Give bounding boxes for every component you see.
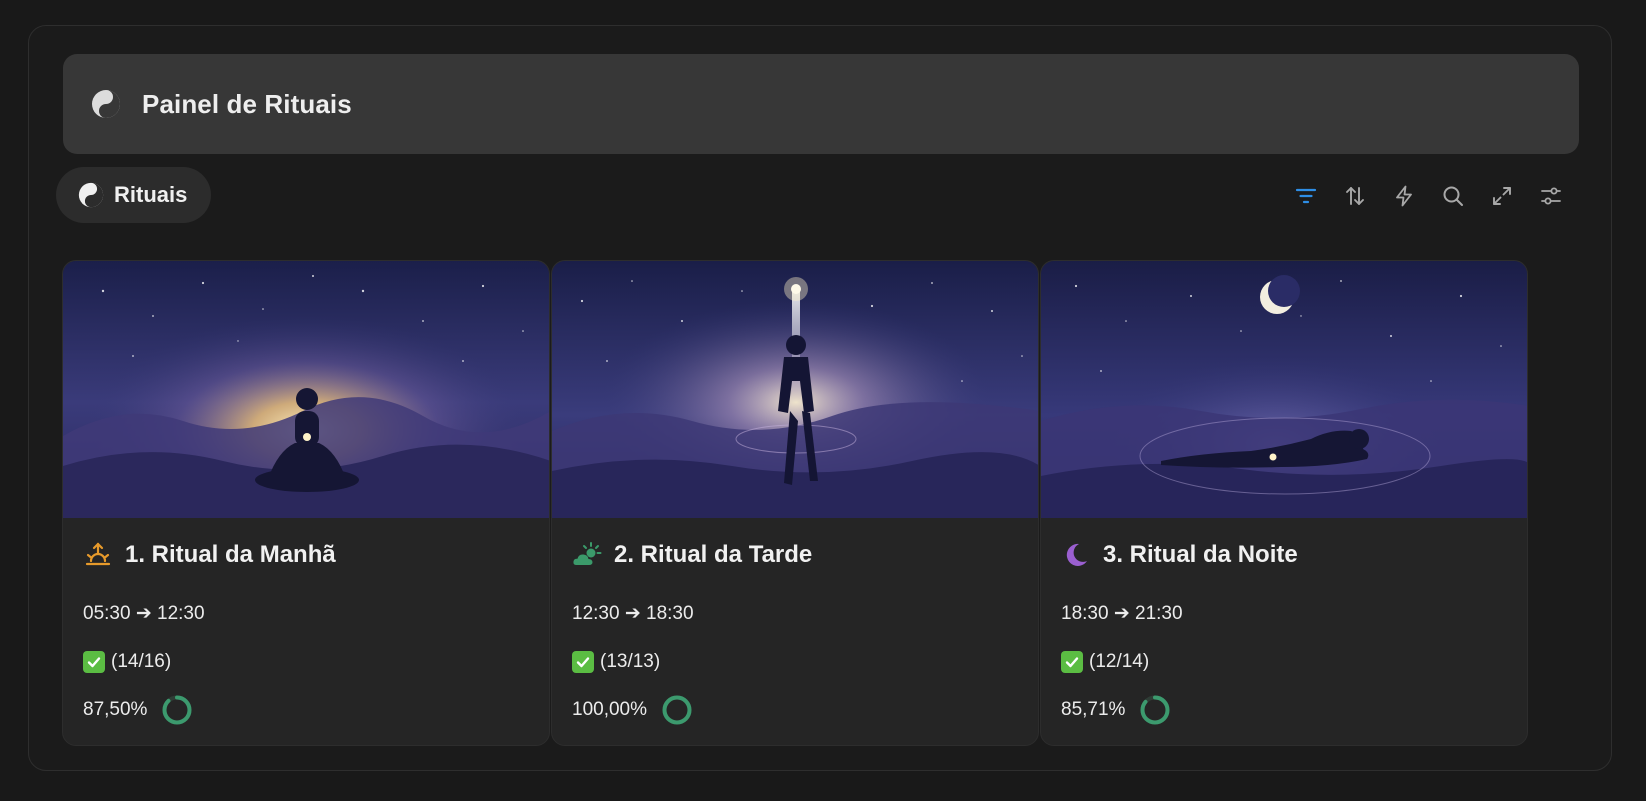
checklist-value: (14/16) — [111, 651, 172, 672]
card-title-text: 2. Ritual da Tarde — [614, 541, 813, 568]
card-title: 2. Ritual da Tarde — [572, 538, 812, 572]
progress-percent: 100,00% — [572, 699, 648, 720]
card-title: 3. Ritual da Noite — [1061, 538, 1298, 572]
callout-title: Painel de Rituais — [142, 88, 352, 119]
time-range: 05:30 ➔ 12:30 — [83, 602, 205, 624]
card-title: 1. Ritual da Manhã — [83, 538, 336, 572]
search-icon[interactable] — [1437, 180, 1469, 212]
progress-percent: 85,71% — [1061, 699, 1126, 720]
progress-row: 100,00% — [572, 693, 693, 727]
sunrise-icon — [83, 540, 113, 570]
crescent-moon-icon — [1061, 540, 1091, 570]
checklist-value: (12/14) — [1089, 651, 1150, 672]
settings-sliders-icon[interactable] — [1535, 180, 1567, 212]
time-range: 18:30 ➔ 21:30 — [1061, 602, 1183, 624]
ritual-card-noite[interactable]: 3. Ritual da Noite 18:30 ➔ 21:30 (12/14)… — [1040, 260, 1528, 746]
checkmark-icon — [83, 651, 105, 673]
ritual-card-tarde[interactable]: 2. Ritual da Tarde 12:30 ➔ 18:30 (13/13)… — [551, 260, 1039, 746]
checklist-count: (13/13) — [572, 648, 660, 676]
progress-ring — [162, 695, 192, 725]
cover-image-meditation — [63, 261, 549, 518]
checklist-value: (13/13) — [600, 651, 661, 672]
sort-icon[interactable] — [1339, 180, 1371, 212]
database-toolbar — [1290, 180, 1584, 212]
automation-lightning-icon[interactable] — [1388, 180, 1420, 212]
yin-yang-icon — [90, 88, 122, 120]
checklist-count: (12/14) — [1061, 648, 1149, 676]
view-tab-label: Rituais — [114, 182, 188, 207]
yin-yang-icon — [78, 182, 104, 208]
progress-row: 87,50% — [83, 693, 193, 727]
progress-ring — [1140, 695, 1170, 725]
progress-percent: 87,50% — [83, 699, 148, 720]
card-title-text: 3. Ritual da Noite — [1103, 541, 1298, 568]
checkmark-icon — [1061, 651, 1083, 673]
filter-icon[interactable] — [1290, 180, 1322, 212]
sun-behind-cloud-icon — [572, 540, 602, 570]
progress-row: 85,71% — [1061, 693, 1171, 727]
view-tab-rituais[interactable]: Rituais — [56, 167, 211, 223]
ritual-card-manha[interactable]: 1. Ritual da Manhã 05:30 ➔ 12:30 (14/16)… — [62, 260, 550, 746]
time-range: 12:30 ➔ 18:30 — [572, 602, 694, 624]
expand-icon[interactable] — [1486, 180, 1518, 212]
card-title-text: 1. Ritual da Manhã — [125, 541, 336, 568]
cover-image-walking — [552, 261, 1038, 518]
callout-header: Painel de Rituais — [63, 54, 1579, 154]
checklist-count: (14/16) — [83, 648, 171, 676]
cover-image-sleeping — [1041, 261, 1527, 518]
progress-ring — [662, 695, 692, 725]
checkmark-icon — [572, 651, 594, 673]
gallery-view: 1. Ritual da Manhã 05:30 ➔ 12:30 (14/16)… — [62, 260, 1578, 746]
